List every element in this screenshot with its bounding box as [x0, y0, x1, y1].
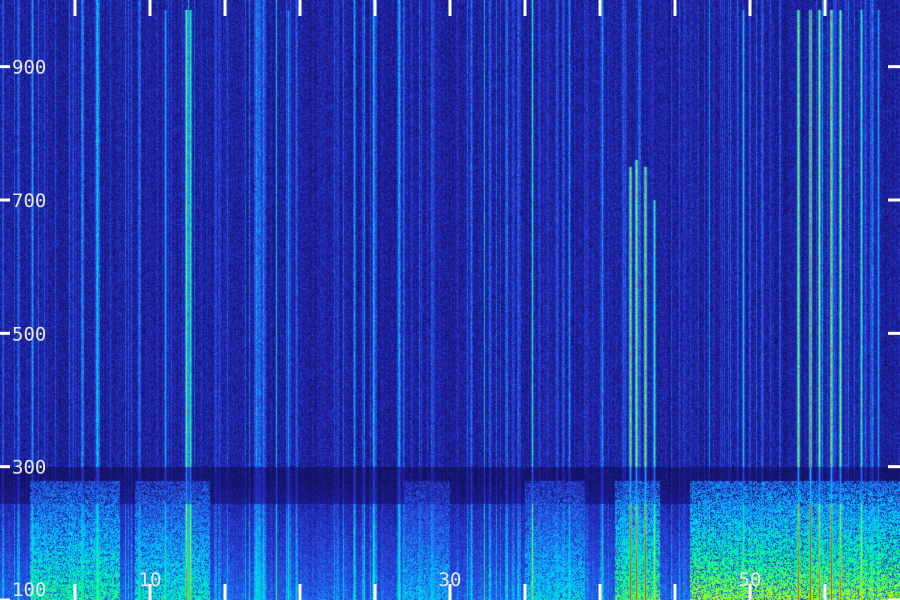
x-tick-label: 10 — [139, 569, 162, 591]
x-tick-label: 50 — [739, 569, 762, 591]
y-tick-label: 900 — [12, 57, 46, 79]
y-tick-label: 700 — [12, 190, 46, 212]
y-tick-label: 500 — [12, 323, 46, 345]
x-tick-label: 30 — [439, 569, 462, 591]
y-tick-label: 100 — [12, 579, 46, 600]
axis-overlay: 100 300 500 700 900 10 30 50 — [0, 0, 900, 600]
y-tick-label: 300 — [12, 457, 46, 479]
spectrogram-chart: 100 300 500 700 900 10 30 50 — [0, 0, 900, 600]
